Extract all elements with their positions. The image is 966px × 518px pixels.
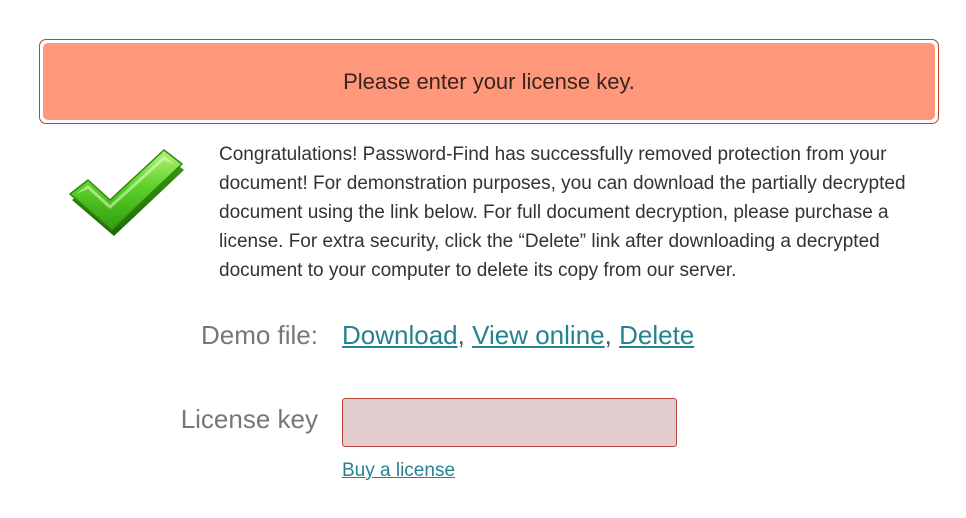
demo-file-label: Demo file: xyxy=(200,320,318,350)
success-message: Congratulations! Password-Find has succe… xyxy=(219,144,906,281)
delete-link[interactable]: Delete xyxy=(619,320,694,350)
buy-license-link[interactable]: Buy a license xyxy=(342,460,455,482)
link-separator: , xyxy=(604,320,612,350)
license-key-input[interactable] xyxy=(342,398,677,447)
alert-message: Please enter your license key. xyxy=(43,43,935,120)
demo-file-links: Download, View online, Delete xyxy=(342,320,694,351)
link-separator: , xyxy=(457,320,465,350)
view-online-link[interactable]: View online xyxy=(472,320,605,350)
checkmark-icon xyxy=(69,149,184,236)
license-key-label: License key xyxy=(180,404,318,434)
download-link[interactable]: Download xyxy=(342,320,458,350)
license-key-alert: Please enter your license key. xyxy=(39,39,939,124)
